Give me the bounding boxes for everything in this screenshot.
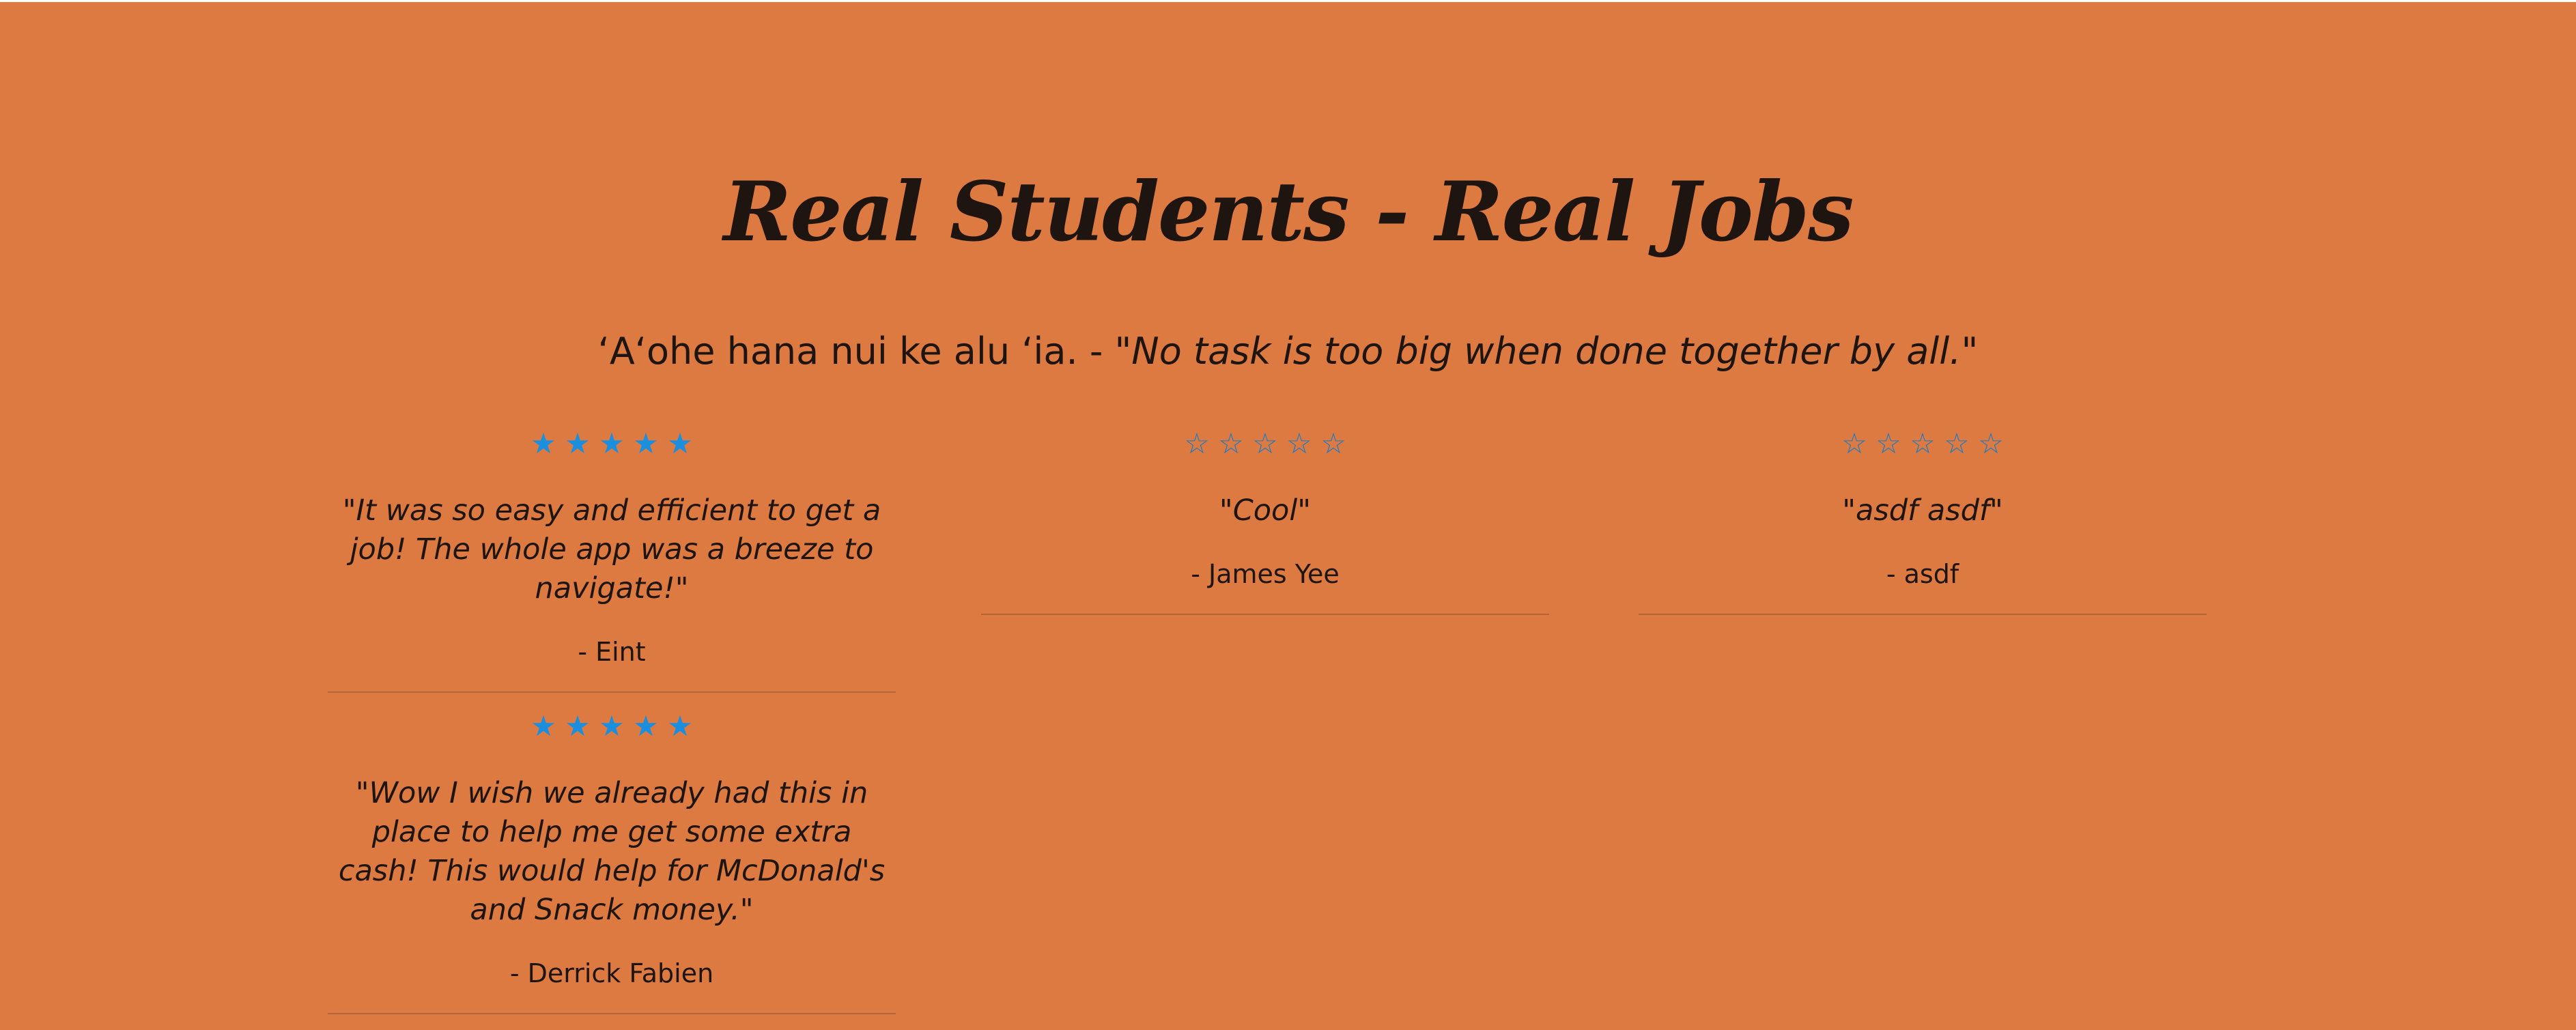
- testimonial-quote: "Wow I wish we already had this in place…: [338, 776, 886, 927]
- star-outline-icon: ☆: [1184, 427, 1210, 460]
- star-filled-icon: ★: [599, 709, 625, 743]
- star-filled-icon: ★: [565, 427, 591, 460]
- star-outline-icon: ☆: [1286, 427, 1312, 460]
- testimonial-author: - Derrick Fabien: [509, 958, 714, 988]
- page-title: Real Students - Real Jobs: [723, 164, 1854, 260]
- subtitle-hawaiian: ʻAʻohe hana nui ke alu ʻia. -: [597, 330, 1115, 373]
- star-filled-icon: ★: [530, 709, 556, 743]
- testimonial-quote: "It was so easy and efficient to get a j…: [342, 493, 881, 605]
- testimonial-card: ★ ★ ★ ★ ★ "It was so easy and efficient to g…: [328, 416, 896, 693]
- star-filled-icon: ★: [530, 427, 556, 460]
- star-filled-icon: ★: [633, 427, 659, 460]
- star-rating: ☆ ☆ ☆ ☆ ☆: [1639, 416, 2207, 471]
- star-outline-icon: ☆: [1910, 427, 1936, 460]
- testimonial-author: - James Yee: [1191, 559, 1340, 589]
- testimonial-card: ★ ★ ★ ★ ★ "Wow I wish we already had this in…: [328, 699, 896, 1014]
- testimonial-card: ☆ ☆ ☆ ☆ ☆ "asdf asdf" - asdf: [1639, 416, 2207, 615]
- star-outline-icon: ☆: [1218, 427, 1244, 460]
- testimonial-author: - asdf: [1886, 559, 1959, 589]
- star-outline-icon: ☆: [1978, 427, 2004, 460]
- testimonial-author: - Eint: [578, 637, 646, 667]
- star-rating: ★ ★ ★ ★ ★: [328, 416, 896, 471]
- top-border: [0, 0, 2576, 2]
- star-outline-icon: ☆: [1252, 427, 1278, 460]
- star-filled-icon: ★: [565, 709, 591, 743]
- star-outline-icon: ☆: [1876, 427, 1901, 460]
- star-outline-icon: ☆: [1841, 427, 1867, 460]
- testimonial-quote: "asdf asdf": [1842, 493, 2003, 528]
- star-filled-icon: ★: [667, 427, 693, 460]
- star-rating: ☆ ☆ ☆ ☆ ☆: [981, 416, 1549, 471]
- star-rating: ★ ★ ★ ★ ★: [328, 699, 896, 754]
- star-filled-icon: ★: [599, 427, 625, 460]
- star-outline-icon: ☆: [1944, 427, 1970, 460]
- subtitle-translation: "No task is too big when done together b…: [1114, 330, 1979, 373]
- testimonial-card: ☆ ☆ ☆ ☆ ☆ "Cool" - James Yee: [981, 416, 1549, 615]
- testimonial-quote: "Cool": [1219, 493, 1312, 528]
- star-filled-icon: ★: [633, 709, 659, 743]
- star-filled-icon: ★: [667, 709, 693, 743]
- star-outline-icon: ☆: [1320, 427, 1346, 460]
- page-subtitle: ʻAʻohe hana nui ke alu ʻia. - "No task i…: [0, 321, 2576, 382]
